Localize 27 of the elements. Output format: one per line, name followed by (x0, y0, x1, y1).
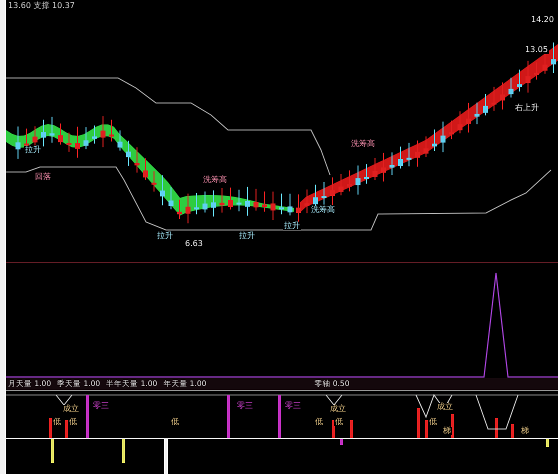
chart-annotation: 拉升 (238, 232, 256, 240)
signal-label: 低 (68, 418, 78, 426)
chart-annotation: 拉升 (156, 232, 174, 240)
chart-annotation: 洗筹高 (350, 140, 376, 148)
chart-annotation: 拉升 (283, 222, 301, 230)
chart-annotation: 回落 (34, 173, 52, 181)
signal-label: 零三 (284, 402, 302, 410)
signal-label: 低 (334, 418, 344, 426)
chart-annotation: 6.63 (184, 240, 204, 248)
chart-annotation: 13.05 (524, 46, 549, 54)
signal-label: 零三 (236, 402, 254, 410)
chart-annotation: 洗筹高 (202, 176, 228, 184)
signal-label: 梯 (442, 427, 452, 435)
chart-annotation: 拉升 (24, 146, 42, 154)
signal-label: 成立 (62, 405, 80, 413)
chart-annotation: 右上升 (514, 104, 540, 112)
signal-label: 低 (170, 418, 180, 426)
signal-label: 低 (314, 418, 324, 426)
signal-label: 零三 (92, 402, 110, 410)
signal-label: 梯 (520, 427, 530, 435)
signal-label: 低 (428, 418, 438, 426)
signal-label: 低 (52, 418, 62, 426)
signal-label: 成立 (436, 403, 454, 411)
chart-annotation: 洗筹高 (310, 206, 336, 214)
price-header: 13.60 支撑 10.37 (8, 0, 75, 11)
signal-label: 成立 (329, 405, 347, 413)
chart-annotation: 14.20 (530, 16, 555, 24)
